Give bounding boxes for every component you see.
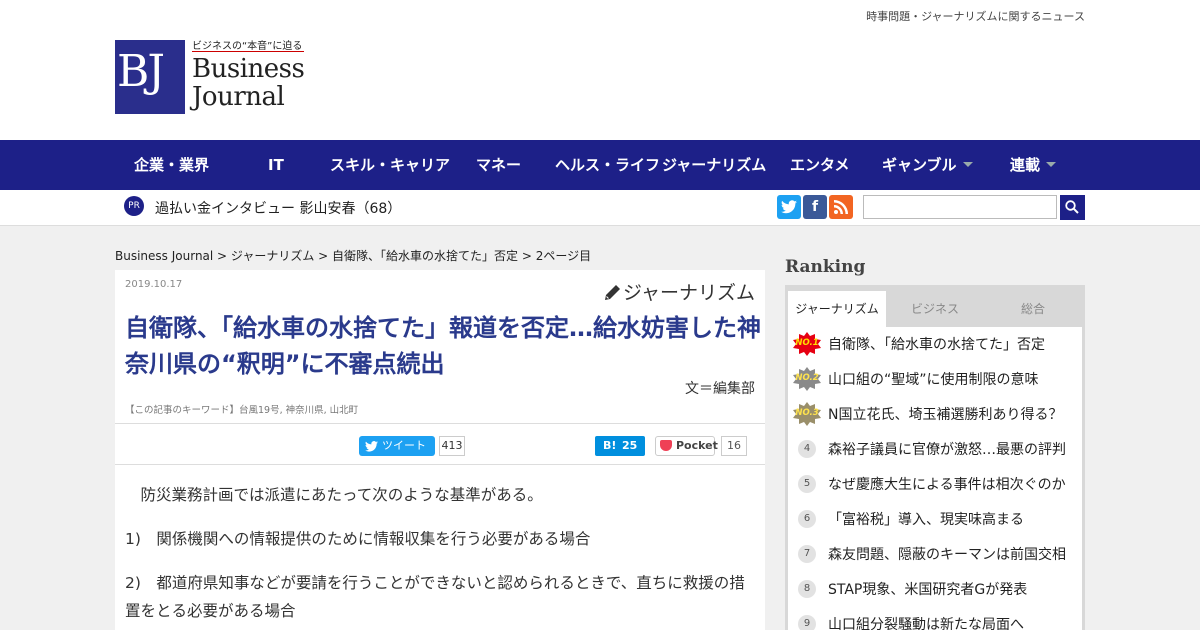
ranking-item-title: STAP現象、米国研究者Gが発表	[828, 582, 1028, 598]
breadcrumb-sep: >	[521, 249, 536, 263]
pr-link[interactable]: 過払い金インタビュー 影山安春（68）	[155, 198, 401, 218]
ranking-item[interactable]: 6 「富裕税」導入、現実味高まる	[788, 502, 1082, 537]
breadcrumb: Business Journal > ジャーナリズム > 自衛隊、「給水車の水捨…	[115, 247, 591, 264]
ranking-item[interactable]: 8 STAP現象、米国研究者Gが発表	[788, 572, 1082, 607]
site-header: 時事問題・ジャーナリズムに関するニュース BJ ビジネスの“本音”に迫る Bus…	[0, 0, 1200, 140]
ranking-item[interactable]: 9 山口組分裂騒動は新たな局面へ	[788, 607, 1082, 630]
rank-medal-gold: NO.1	[792, 332, 822, 356]
main-nav: 企業・業界 IT スキル・キャリア マネー ヘルス・ライフ ジャーナリズム エン…	[0, 140, 1200, 190]
ranking-item-title: なぜ慶應大生による事件は相次ぐのか	[828, 477, 1066, 493]
article-keywords: 【この記事のキーワード】台風19号, 神奈川県, 山北町	[125, 405, 359, 416]
twitter-icon	[365, 441, 378, 452]
rank-number: 4	[798, 440, 816, 458]
twitter-icon[interactable]	[777, 195, 801, 219]
nav-item-journalism[interactable]: ジャーナリズム	[662, 140, 766, 190]
logo-mark: BJ	[115, 40, 185, 114]
logo-word-business: Business	[192, 54, 305, 84]
hatena-bookmark-button[interactable]: B! 25	[595, 436, 645, 456]
tab-business[interactable]: ビジネス	[886, 291, 984, 327]
hatena-count: 25	[622, 439, 638, 452]
ranking-item[interactable]: NO.3 N国立花氏、埼玉補選勝利あり得る？	[788, 397, 1082, 432]
rank-number: 7	[798, 545, 816, 563]
tweet-label: ツイート	[382, 439, 426, 452]
article-paragraph: 1) 関係機関への情報提供のために情報収集を行う必要がある場合	[125, 530, 591, 548]
pocket-count: 16	[721, 436, 747, 456]
breadcrumb-sep: >	[314, 249, 333, 263]
ranking-item[interactable]: NO.2 山口組の“聖域”に使用制限の意味	[788, 362, 1082, 397]
nav-item-entertainment[interactable]: エンタメ	[790, 140, 850, 190]
search-input[interactable]	[863, 195, 1057, 219]
pencil-icon	[604, 285, 620, 300]
breadcrumb-page: 2ページ目	[535, 249, 592, 263]
article-author: 文＝編集部	[685, 381, 755, 397]
pr-badge: PR	[124, 196, 144, 216]
article-category[interactable]: ジャーナリズム	[603, 278, 755, 305]
rank-medal-silver: NO.2	[792, 367, 822, 391]
tab-overall[interactable]: 総合	[984, 291, 1082, 327]
search-icon	[1065, 200, 1079, 214]
facebook-icon[interactable]: f	[803, 195, 827, 219]
logo-divider	[192, 51, 304, 52]
nav-item-money[interactable]: マネー	[476, 140, 521, 190]
search-button[interactable]	[1060, 195, 1085, 220]
rank-number: 8	[798, 580, 816, 598]
nav-item-industry[interactable]: 企業・業界	[134, 140, 209, 190]
ranking-list: NO.1 自衛隊、「給水車の水捨てた」否定 NO.2 山口組の“聖域”に使用制限…	[788, 327, 1082, 630]
ranking-title: Ranking	[785, 257, 866, 277]
ranking-item-title: 森裕子議員に官僚が激怒…最悪の評判	[828, 442, 1066, 458]
ranking-item[interactable]: 4 森裕子議員に官僚が激怒…最悪の評判	[788, 432, 1082, 467]
ranking-item-title: 自衛隊、「給水車の水捨てた」否定	[828, 337, 1045, 353]
rss-icon[interactable]	[829, 195, 853, 219]
article: 2019.10.17 ジャーナリズム 自衛隊、「給水車の水捨てた」報道を否定…給…	[115, 270, 765, 630]
nav-item-career[interactable]: スキル・キャリア	[330, 140, 450, 190]
ranking-item[interactable]: NO.1 自衛隊、「給水車の水捨てた」否定	[788, 327, 1082, 362]
rank-medal-bronze: NO.3	[792, 402, 822, 426]
breadcrumb-category[interactable]: ジャーナリズム	[231, 249, 314, 263]
ranking-panel: ジャーナリズム ビジネス 総合 NO.1 自衛隊、「給水車の水捨てた」否定 NO…	[785, 285, 1085, 630]
rank-number: 5	[798, 475, 816, 493]
breadcrumb-sep: >	[213, 249, 231, 263]
rank-number: NO.2	[795, 373, 819, 383]
rank-number: NO.1	[795, 338, 819, 348]
rank-number: 6	[798, 510, 816, 528]
ranking-item-title: 山口組の“聖域”に使用制限の意味	[828, 372, 1039, 388]
article-title: 自衛隊、「給水車の水捨てた」報道を否定…給水妨害した神奈川県の“釈明”に不審点続…	[125, 314, 761, 378]
nav-item-series-label: 連載	[1010, 156, 1041, 174]
nav-item-gamble[interactable]: ギャンブル	[882, 140, 973, 190]
nav-item-it[interactable]: IT	[268, 140, 284, 190]
ranking-item[interactable]: 5 なぜ慶應大生による事件は相次ぐのか	[788, 467, 1082, 502]
article-date: 2019.10.17	[125, 279, 183, 290]
pocket-label: Pocket	[676, 439, 718, 452]
chevron-down-icon	[962, 162, 973, 167]
ranking-item[interactable]: 7 森友問題、隠蔽のキーマンは前国交相	[788, 537, 1082, 572]
ranking-item-title: 「富裕税」導入、現実味高まる	[828, 512, 1024, 528]
ranking-item-title: N国立花氏、埼玉補選勝利あり得る？	[828, 407, 1063, 423]
article-paragraph: 2) 都道府県知事などが要請を行うことができないと認められるときで、直ちに救援の…	[125, 574, 745, 620]
pocket-button[interactable]: Pocket	[655, 436, 718, 456]
tweet-count: 413	[439, 436, 465, 456]
tab-journalism[interactable]: ジャーナリズム	[788, 291, 886, 327]
ranking-item-title: 山口組分裂騒動は新たな局面へ	[828, 617, 1024, 630]
hatena-icon: B!	[603, 439, 617, 452]
logo-word-journal: Journal	[192, 82, 285, 112]
nav-item-health[interactable]: ヘルス・ライフ	[555, 140, 660, 190]
breadcrumb-article[interactable]: 自衛隊、「給水車の水捨てた」否定	[332, 249, 518, 263]
article-paragraph: 防災業務計画では派遣にあたって次のような基準がある。	[125, 486, 543, 504]
pocket-icon	[660, 440, 672, 451]
tweet-button[interactable]: ツイート	[359, 436, 435, 456]
logo-mark-text: BJ	[117, 46, 165, 97]
breadcrumb-home[interactable]: Business Journal	[115, 249, 213, 263]
rank-number: NO.3	[795, 408, 819, 418]
nav-item-gamble-label: ギャンブル	[882, 156, 957, 174]
share-bar: ツイート 413 B! 25 Pocket 16	[115, 423, 765, 465]
nav-item-series[interactable]: 連載	[1010, 140, 1057, 190]
site-tagline: 時事問題・ジャーナリズムに関するニュース	[866, 10, 1085, 23]
chevron-down-icon	[1046, 162, 1057, 167]
site-logo[interactable]: BJ ビジネスの“本音”に迫る Business Journal	[115, 38, 305, 118]
rank-number: 9	[798, 615, 816, 630]
ranking-item-title: 森友問題、隠蔽のキーマンは前国交相	[828, 547, 1066, 563]
article-category-label: ジャーナリズム	[622, 282, 755, 304]
logo-subtitle: ビジネスの“本音”に迫る	[192, 41, 303, 52]
